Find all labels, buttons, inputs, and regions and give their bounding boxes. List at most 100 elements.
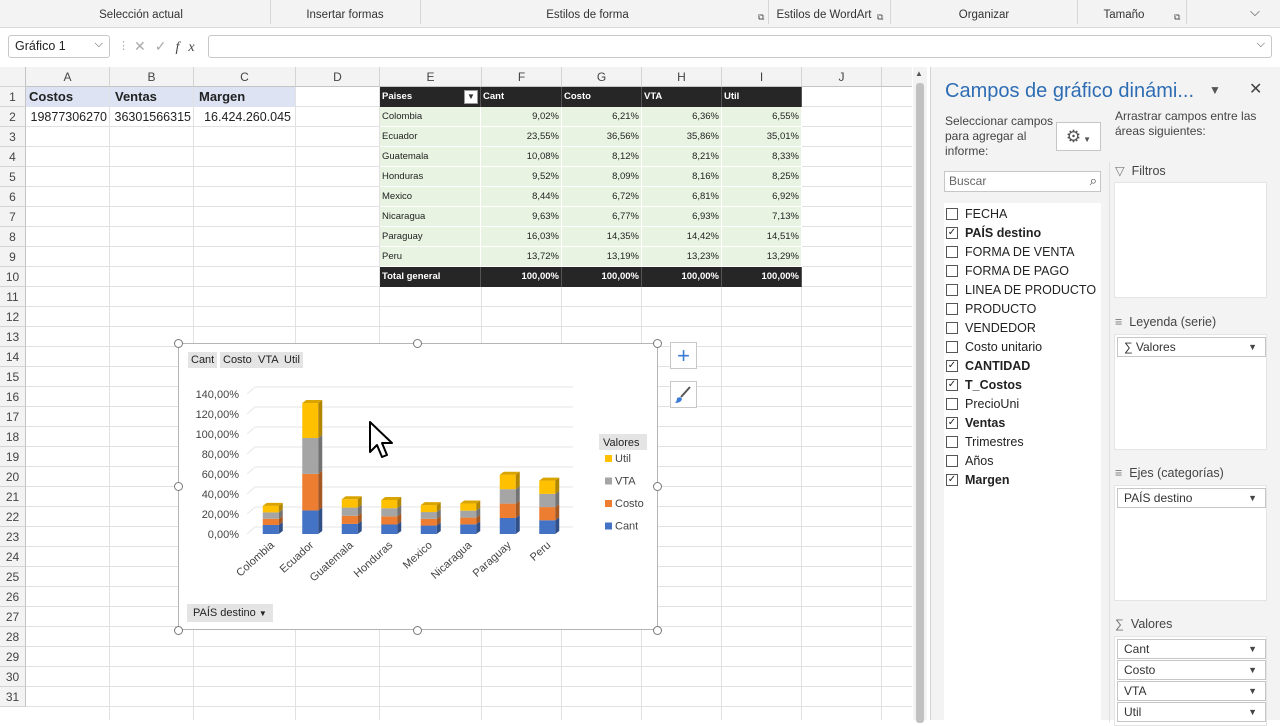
ribbon-group-arrange[interactable]: Organizar — [950, 9, 1018, 21]
row-header-19[interactable]: 19 — [0, 447, 26, 467]
column-header-e[interactable]: E — [380, 67, 482, 87]
cancel-icon[interactable]: ✕ — [134, 38, 155, 54]
ribbon-group-insert-shapes[interactable]: Insertar formas — [300, 9, 390, 21]
row-header-9[interactable]: 9 — [0, 247, 26, 267]
row-header-25[interactable]: 25 — [0, 567, 26, 587]
pivot-header-costo[interactable]: Costo — [562, 87, 642, 107]
dialog-launcher-icon[interactable]: ⧉ — [758, 12, 764, 23]
row-header-20[interactable]: 20 — [0, 467, 26, 487]
cell-b2[interactable]: 36301566315 — [110, 107, 193, 127]
pivot-total-vta[interactable]: 100,00% — [642, 267, 722, 287]
column-header-d[interactable]: D — [296, 67, 380, 87]
dropdown-arrow-icon[interactable]: ▼ — [1248, 640, 1257, 658]
insert-function-icon[interactable]: fx — [175, 40, 203, 55]
cell-a1[interactable]: Costos — [26, 87, 109, 107]
checkbox-empty-icon[interactable] — [946, 322, 958, 334]
resize-handle[interactable] — [174, 339, 183, 348]
row-header-17[interactable]: 17 — [0, 407, 26, 427]
cell-b1[interactable]: Ventas — [110, 87, 193, 107]
checkbox-empty-icon[interactable] — [946, 436, 958, 448]
checkbox-empty-icon[interactable] — [946, 455, 958, 467]
name-box[interactable]: Gráfico 1 ⌵ — [8, 35, 110, 58]
chevron-down-icon[interactable]: ⌵ — [95, 38, 103, 51]
row-header-22[interactable]: 22 — [0, 507, 26, 527]
column-header-b[interactable]: B — [110, 67, 194, 87]
pivot-header-util[interactable]: Util — [722, 87, 802, 107]
pivot-cell-costo[interactable]: 13,19% — [562, 247, 642, 267]
ribbon-group-current-selection[interactable]: Selección actual — [98, 9, 184, 21]
pivot-cell-pais[interactable]: Colombia — [380, 107, 481, 127]
field-search-input[interactable]: Buscar ⌕ — [944, 171, 1101, 192]
pivot-cell-pais[interactable]: Guatemala — [380, 147, 481, 167]
chart-plot-area[interactable]: 0,00% 20,00% 40,00% 60,00% 80,00% 100,00% 120,… — [179, 344, 657, 629]
pivot-cell-vta[interactable]: 14,42% — [642, 227, 722, 247]
pivot-cell-pais[interactable]: Ecuador — [380, 127, 481, 147]
pivot-total-costo[interactable]: 100,00% — [562, 267, 642, 287]
dialog-launcher-icon[interactable]: ⧉ — [877, 12, 883, 23]
row-header-11[interactable]: 11 — [0, 287, 26, 307]
dropdown-arrow-icon[interactable]: ▼ — [1248, 661, 1257, 679]
column-header-i[interactable]: I — [722, 67, 802, 87]
pivot-cell-costo[interactable]: 14,35% — [562, 227, 642, 247]
dropdown-arrow-icon[interactable]: ▼ — [1248, 338, 1257, 356]
row-header-8[interactable]: 8 — [0, 227, 26, 247]
row-header-23[interactable]: 23 — [0, 527, 26, 547]
pivot-cell-pais[interactable]: Paraguay — [380, 227, 481, 247]
pivot-total-cant[interactable]: 100,00% — [481, 267, 562, 287]
pivot-cell-vta[interactable]: 13,23% — [642, 247, 722, 267]
cell-c1[interactable]: Margen — [194, 87, 295, 107]
pivot-cell-cant[interactable]: 9,52% — [481, 167, 562, 187]
dialog-launcher-icon[interactable]: ⧉ — [1174, 12, 1180, 23]
row-header-12[interactable]: 12 — [0, 307, 26, 327]
column-header-c[interactable]: C — [194, 67, 296, 87]
expand-formula-icon[interactable]: ⌵ — [1257, 38, 1265, 51]
pivot-header-vta[interactable]: VTA — [642, 87, 722, 107]
checkbox-checked-icon[interactable]: ✓ — [946, 379, 958, 391]
row-header-26[interactable]: 26 — [0, 587, 26, 607]
chart-elements-button[interactable]: + — [670, 342, 697, 369]
close-icon[interactable]: ✕ — [1249, 79, 1262, 99]
pivot-cell-vta[interactable]: 6,93% — [642, 207, 722, 227]
pane-divider[interactable] — [1109, 162, 1110, 722]
value-chip-util[interactable]: Util ▼ — [1117, 702, 1266, 722]
scrollbar-thumb[interactable] — [916, 83, 924, 723]
resize-handle[interactable] — [413, 339, 422, 348]
column-header-g[interactable]: G — [562, 67, 642, 87]
value-chip-costo[interactable]: Costo ▼ — [1117, 660, 1266, 680]
legend-chip-valores[interactable]: ∑ Valores ▼ — [1117, 337, 1266, 357]
row-header-15[interactable]: 15 — [0, 367, 26, 387]
pivot-chart[interactable]: Cant Costo VTA Util 0,00% 20,00% 40,00% 60,… — [178, 343, 658, 630]
row-header-6[interactable]: 6 — [0, 187, 26, 207]
pivot-cell-util[interactable]: 14,51% — [722, 227, 802, 247]
pivot-cell-cant[interactable]: 10,08% — [481, 147, 562, 167]
pivot-cell-util[interactable]: 7,13% — [722, 207, 802, 227]
pivot-total-util[interactable]: 100,00% — [722, 267, 802, 287]
ribbon-group-wordart-styles[interactable]: Estilos de WordArt — [774, 9, 874, 21]
pivot-cell-vta[interactable]: 8,21% — [642, 147, 722, 167]
chevron-down-icon[interactable]: ⌵ — [1250, 4, 1260, 20]
pivot-cell-pais[interactable]: Nicaragua — [380, 207, 481, 227]
row-header-31[interactable]: 31 — [0, 687, 26, 707]
row-header-29[interactable]: 29 — [0, 647, 26, 667]
row-header-21[interactable]: 21 — [0, 487, 26, 507]
pivot-cell-cant[interactable]: 13,72% — [481, 247, 562, 267]
pivot-cell-costo[interactable]: 6,77% — [562, 207, 642, 227]
checkbox-empty-icon[interactable] — [946, 341, 958, 353]
area-values-box[interactable]: Cant ▼ Costo ▼ VTA ▼ Util ▼ — [1114, 636, 1267, 726]
search-icon[interactable]: ⌕ — [1090, 173, 1097, 189]
checkbox-checked-icon[interactable]: ✓ — [946, 474, 958, 486]
checkbox-empty-icon[interactable] — [946, 265, 958, 277]
row-header-14[interactable]: 14 — [0, 347, 26, 367]
pivot-cell-costo[interactable]: 6,72% — [562, 187, 642, 207]
pivot-cell-costo[interactable]: 36,56% — [562, 127, 642, 147]
pivot-cell-cant[interactable]: 8,44% — [481, 187, 562, 207]
row-header-27[interactable]: 27 — [0, 607, 26, 627]
pivot-cell-util[interactable]: 8,25% — [722, 167, 802, 187]
ribbon-group-size[interactable]: Tamaño — [1100, 9, 1148, 21]
column-header-a[interactable]: A — [26, 67, 110, 87]
pivot-cell-util[interactable]: 6,55% — [722, 107, 802, 127]
checkbox-empty-icon[interactable] — [946, 303, 958, 315]
dropdown-arrow-icon[interactable]: ▼ — [1248, 703, 1257, 721]
chart-styles-button[interactable] — [670, 381, 697, 408]
row-header-28[interactable]: 28 — [0, 627, 26, 647]
